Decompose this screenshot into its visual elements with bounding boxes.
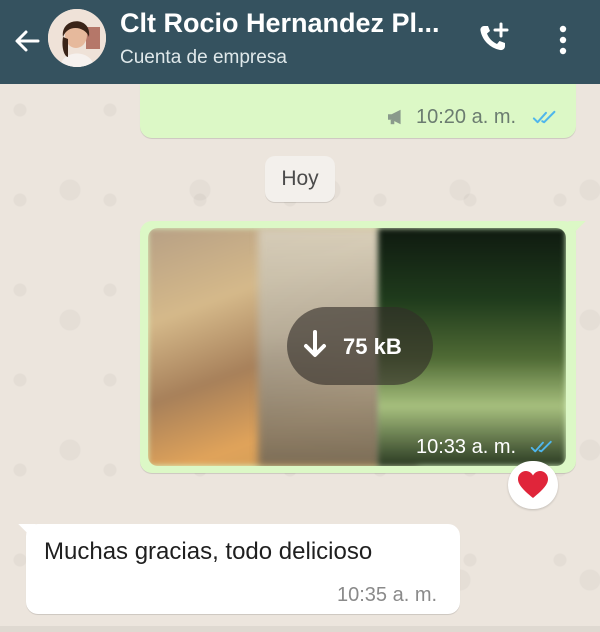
contact-name[interactable]: Clt Rocio Hernandez Pl... <box>120 8 460 39</box>
business-account-label: Cuenta de empresa <box>120 47 287 68</box>
contact-avatar[interactable] <box>48 9 106 67</box>
double-check-icon <box>530 440 552 453</box>
megaphone-icon <box>388 109 401 125</box>
message-time: 10:33 a. m. <box>416 436 517 458</box>
message-time: 10:35 a. m. <box>337 584 438 606</box>
back-arrow-icon[interactable] <box>10 24 44 58</box>
double-check-icon <box>532 110 556 124</box>
message-text: Muchas gracias, todo delicioso <box>44 538 373 565</box>
download-size: 75 kB <box>343 334 402 359</box>
bubble-tail <box>568 221 586 234</box>
input-bar-edge <box>0 626 600 632</box>
heart-reaction[interactable] <box>508 461 558 509</box>
download-arrow-icon <box>304 330 326 357</box>
chat-header: Clt Rocio Hernandez Pl... Cuenta de empr… <box>0 0 600 84</box>
message-time: 10:20 a. m. <box>416 106 517 128</box>
bubble-tail <box>18 524 36 537</box>
date-divider: Hoy <box>265 156 335 202</box>
incoming-message-bubble[interactable]: Muchas gracias, todo delicioso 10:35 a. … <box>26 524 460 614</box>
add-call-icon[interactable] <box>475 20 513 58</box>
heart-icon <box>518 471 548 498</box>
more-vert-icon[interactable] <box>552 22 574 58</box>
